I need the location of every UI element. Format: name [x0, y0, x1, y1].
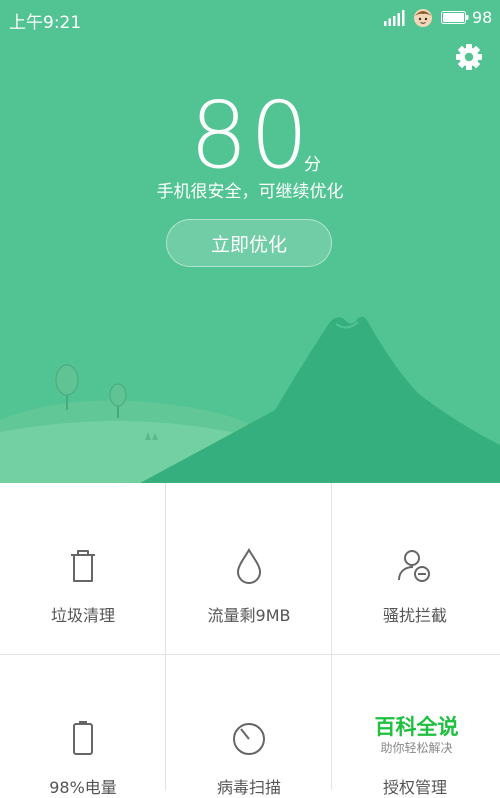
- score-unit: 分: [304, 155, 321, 175]
- tool-label: 骚扰拦截: [382, 606, 447, 625]
- scan-icon: [233, 723, 265, 755]
- landscape-illustration: [0, 316, 500, 483]
- security-score: 80: [0, 86, 500, 186]
- tool-harassment-block[interactable]: 骚扰拦截: [332, 483, 500, 655]
- battery-level: 98: [472, 8, 493, 27]
- tool-label: 授权管理: [382, 778, 447, 797]
- trash-icon: [71, 550, 95, 582]
- tool-data-usage[interactable]: 流量剩9MB: [166, 483, 332, 655]
- battery-status-icon: [441, 11, 469, 24]
- tool-virus-scan[interactable]: 病毒扫描: [166, 655, 332, 797]
- tool-battery[interactable]: 98%电量: [0, 655, 166, 797]
- watermark-title: 百科全说: [374, 715, 459, 739]
- score-value: 80: [189, 82, 311, 189]
- security-message: 手机很安全，可继续优化: [156, 182, 344, 202]
- clock: 上午9:21: [9, 13, 82, 33]
- battery-icon: [73, 721, 93, 755]
- gear-icon[interactable]: [454, 42, 484, 72]
- optimize-button[interactable]: 立即优化: [166, 219, 332, 267]
- tool-label: 98%电量: [49, 778, 117, 797]
- tool-trash-cleanup[interactable]: 垃圾清理: [0, 483, 166, 655]
- status-bar: 上午9:21 98: [0, 0, 500, 36]
- avatar-icon: [414, 9, 432, 27]
- signal-icon: [384, 10, 405, 26]
- drop-icon: [236, 548, 262, 584]
- tool-label: 垃圾清理: [50, 606, 115, 625]
- tool-label: 病毒扫描: [216, 778, 281, 797]
- block-user-icon: [398, 550, 430, 582]
- watermark-subtitle: 助你轻松解决: [380, 741, 453, 755]
- watermark-logo: 百科全说 助你轻松解决: [333, 714, 500, 756]
- security-hero: 上午9:21 98 80 分 手机很安全，可继续优化 立即优化: [0, 0, 500, 483]
- tool-label: 流量剩9MB: [207, 606, 291, 625]
